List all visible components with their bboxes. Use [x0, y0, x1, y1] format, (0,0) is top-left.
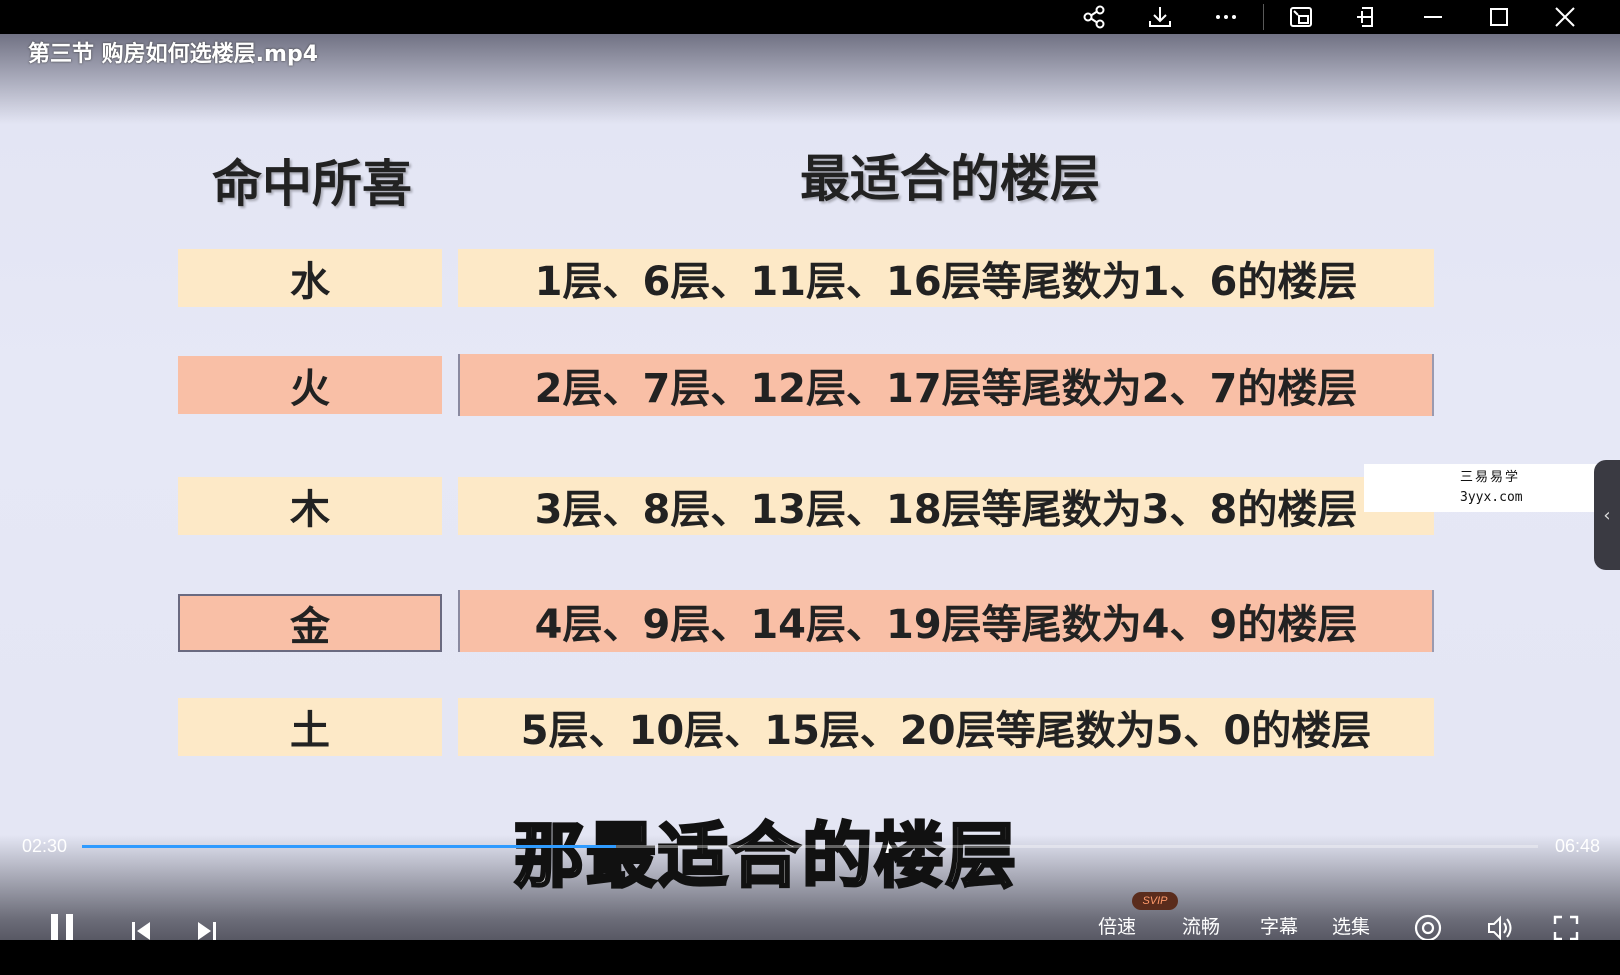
more-icon — [1216, 15, 1236, 19]
progress-bar[interactable] — [82, 845, 1538, 848]
pip-button[interactable] — [1268, 0, 1334, 34]
minimize-icon — [1424, 16, 1442, 18]
share-button[interactable] — [1061, 0, 1127, 34]
episodes-button[interactable]: 选集 — [1332, 912, 1370, 939]
speed-button[interactable]: 倍速 — [1098, 912, 1136, 939]
share-icon — [1083, 5, 1105, 29]
video-player: 命中所喜 最适合的楼层 水 1层、6层、11层、16层等尾数为1、6的楼层 火 … — [0, 0, 1620, 975]
row-element-earth: 土 — [178, 698, 442, 756]
window-controls — [1061, 0, 1598, 34]
download-button[interactable] — [1127, 0, 1193, 34]
row-element-water: 水 — [178, 249, 442, 307]
fullscreen-icon — [1553, 915, 1579, 941]
close-icon — [1555, 7, 1575, 27]
video-title: 第三节 购房如何选楼层.mp4 — [28, 42, 318, 67]
row-floors-water: 1层、6层、11层、16层等尾数为1、6的楼层 — [458, 249, 1434, 307]
separator — [1263, 4, 1264, 30]
row-element-fire: 火 — [178, 356, 442, 414]
watermark-line2: 3yyx.com — [1460, 490, 1523, 505]
pin-icon — [1357, 7, 1373, 27]
row-floors-fire: 2层、7层、12层、17层等尾数为2、7的楼层 — [458, 354, 1434, 416]
quality-button[interactable]: 流畅 — [1182, 912, 1220, 939]
maximize-button[interactable] — [1466, 0, 1532, 34]
subtitle-button[interactable]: 字幕 — [1260, 912, 1298, 939]
watermark: 三易易学 3yyx.com — [1364, 464, 1620, 512]
row-floors-wood: 3层、8层、13层、18层等尾数为3、8的楼层 — [458, 477, 1434, 535]
chevron-left-icon: ‹ — [1603, 504, 1611, 526]
volume-icon — [1488, 915, 1512, 941]
duration: 06:48 — [1554, 836, 1600, 856]
picture-in-picture-icon — [1290, 7, 1312, 27]
svip-badge: SVIP — [1132, 892, 1178, 910]
watermark-line1: 三易易学 — [1460, 470, 1521, 485]
header-floors: 最适合的楼层 — [800, 150, 1100, 208]
progress-fill — [82, 845, 617, 848]
more-button[interactable] — [1193, 0, 1259, 34]
header-element: 命中所喜 — [212, 155, 412, 213]
minimize-button[interactable] — [1400, 0, 1466, 34]
row-floors-metal: 4层、9层、14层、19层等尾数为4、9的楼层 — [458, 590, 1434, 652]
row-floors-earth: 5层、10层、15层、20层等尾数为5、0的楼层 — [458, 698, 1434, 756]
download-icon — [1149, 7, 1171, 27]
row-element-metal: 金 — [178, 594, 442, 652]
row-element-wood: 木 — [178, 477, 442, 535]
close-button[interactable] — [1532, 0, 1598, 34]
side-panel-toggle[interactable]: ‹ — [1594, 460, 1620, 570]
maximize-icon — [1490, 8, 1508, 26]
bottom-bar — [0, 940, 1620, 975]
settings-icon — [1414, 914, 1442, 942]
pin-button[interactable] — [1334, 0, 1400, 34]
subtitle-caption: 那最适合的楼层 — [513, 813, 1018, 899]
current-time: 02:30 — [22, 836, 68, 856]
